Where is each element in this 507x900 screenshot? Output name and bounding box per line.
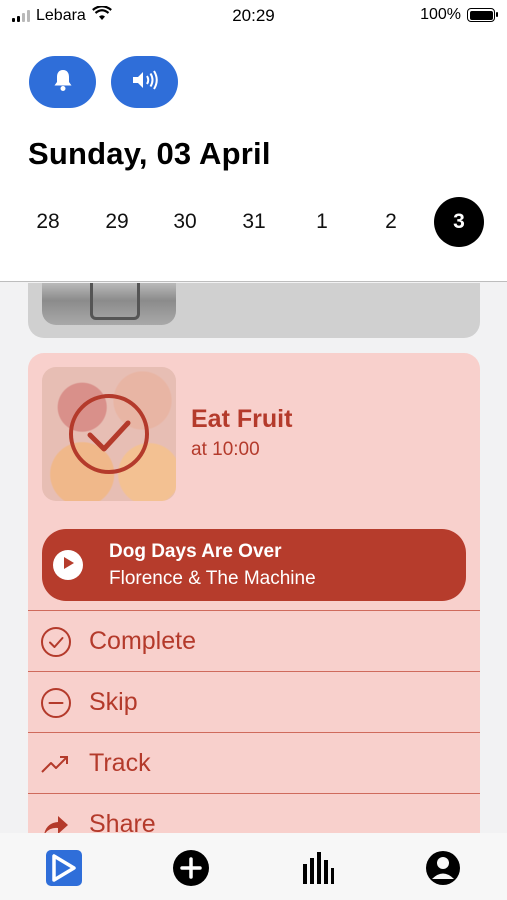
notification-button[interactable]: [29, 56, 96, 108]
song-artist: Florence & The Machine: [109, 568, 316, 589]
share-button[interactable]: Share: [28, 793, 480, 833]
play-icon: [61, 556, 75, 575]
play-button[interactable]: [53, 550, 83, 580]
day-31[interactable]: 31: [229, 197, 279, 247]
battery-percentage: 100%: [420, 6, 461, 23]
task-time: at 10:00: [191, 439, 260, 460]
day-2[interactable]: 2: [366, 197, 416, 247]
trend-icon: [40, 748, 72, 780]
tab-add[interactable]: [171, 849, 211, 892]
bell-icon: [52, 68, 74, 97]
minus-circle-icon: [40, 687, 72, 719]
day-28[interactable]: 28: [23, 197, 73, 247]
sound-button[interactable]: [111, 56, 178, 108]
add-icon: [172, 849, 210, 892]
date-title: Sunday, 03 April: [28, 136, 271, 171]
task-actions: Complete Skip Track Share: [28, 610, 480, 833]
day-30[interactable]: 30: [160, 197, 210, 247]
skip-label: Skip: [89, 688, 138, 716]
music-player[interactable]: Dog Days Are Over Florence & The Machine: [42, 529, 466, 601]
previous-task-image: [42, 283, 176, 325]
task-card[interactable]: Eat Fruit at 10:00 Dog Days Are Over Flo…: [28, 353, 480, 833]
status-bar: Lebara 20:29 100%: [0, 0, 507, 32]
complete-button[interactable]: Complete: [28, 610, 480, 671]
stats-icon: [299, 850, 335, 891]
tab-bar: [0, 833, 507, 900]
track-button[interactable]: Track: [28, 732, 480, 793]
battery-icon: [467, 8, 498, 22]
track-label: Track: [89, 749, 151, 777]
day-29[interactable]: 29: [92, 197, 142, 247]
task-title: Eat Fruit: [191, 405, 293, 433]
tab-profile[interactable]: [423, 850, 463, 890]
header: Sunday, 03 April 28 29 30 31 1 2 3: [0, 32, 507, 282]
app-logo-icon: [45, 849, 83, 892]
complete-label: Complete: [89, 627, 196, 655]
speaker-icon: [131, 69, 159, 96]
profile-icon: [424, 849, 462, 892]
tab-stats[interactable]: [297, 850, 337, 890]
task-image: [42, 367, 176, 501]
share-arrow-icon: [40, 809, 72, 833]
tab-home[interactable]: [44, 849, 84, 892]
previous-task-card[interactable]: [28, 283, 480, 338]
day-1[interactable]: 1: [297, 197, 347, 247]
day-3-selected[interactable]: 3: [434, 197, 484, 247]
day-selector: 28 29 30 31 1 2 3: [0, 197, 507, 249]
song-title: Dog Days Are Over: [109, 541, 282, 562]
skip-button[interactable]: Skip: [28, 671, 480, 732]
task-list[interactable]: Eat Fruit at 10:00 Dog Days Are Over Flo…: [0, 283, 507, 833]
share-label: Share: [89, 810, 156, 833]
status-right: 100%: [420, 6, 498, 24]
check-circle-icon: [40, 626, 72, 658]
checkmark-circle-icon: [69, 394, 149, 474]
